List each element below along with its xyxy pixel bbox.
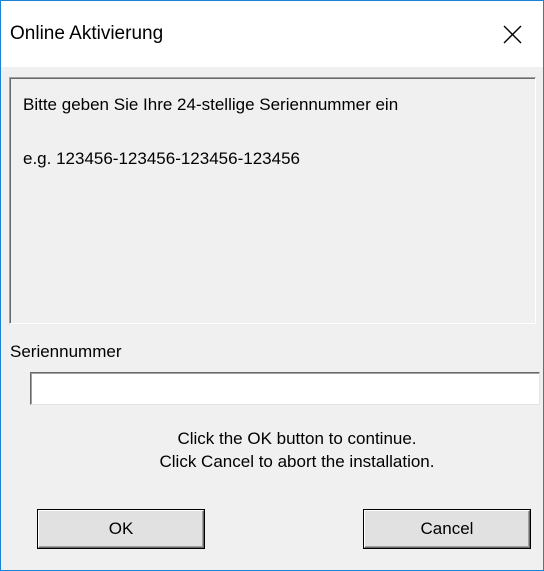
serial-label: Seriennummer bbox=[10, 342, 122, 361]
dialog-window: Online Aktivierung Bitte geben Sie Ihre … bbox=[0, 0, 544, 571]
hint-abort: Click Cancel to abort the installation. bbox=[159, 452, 435, 471]
ok-button[interactable]: OK bbox=[38, 510, 204, 548]
cancel-button[interactable]: Cancel bbox=[364, 510, 530, 548]
hint-continue: Click the OK button to continue. bbox=[177, 429, 417, 448]
info-panel: Bitte geben Sie Ihre 24-stellige Serienn… bbox=[9, 77, 536, 324]
close-button[interactable] bbox=[483, 1, 543, 67]
title-bar: Online Aktivierung bbox=[1, 1, 543, 67]
window-title: Online Aktivierung bbox=[10, 23, 164, 44]
example-text: e.g. 123456-123456-123456-123456 bbox=[23, 149, 300, 168]
close-icon bbox=[503, 25, 522, 44]
serial-input[interactable] bbox=[30, 372, 540, 405]
instruction-text: Bitte geben Sie Ihre 24-stellige Serienn… bbox=[23, 95, 399, 114]
